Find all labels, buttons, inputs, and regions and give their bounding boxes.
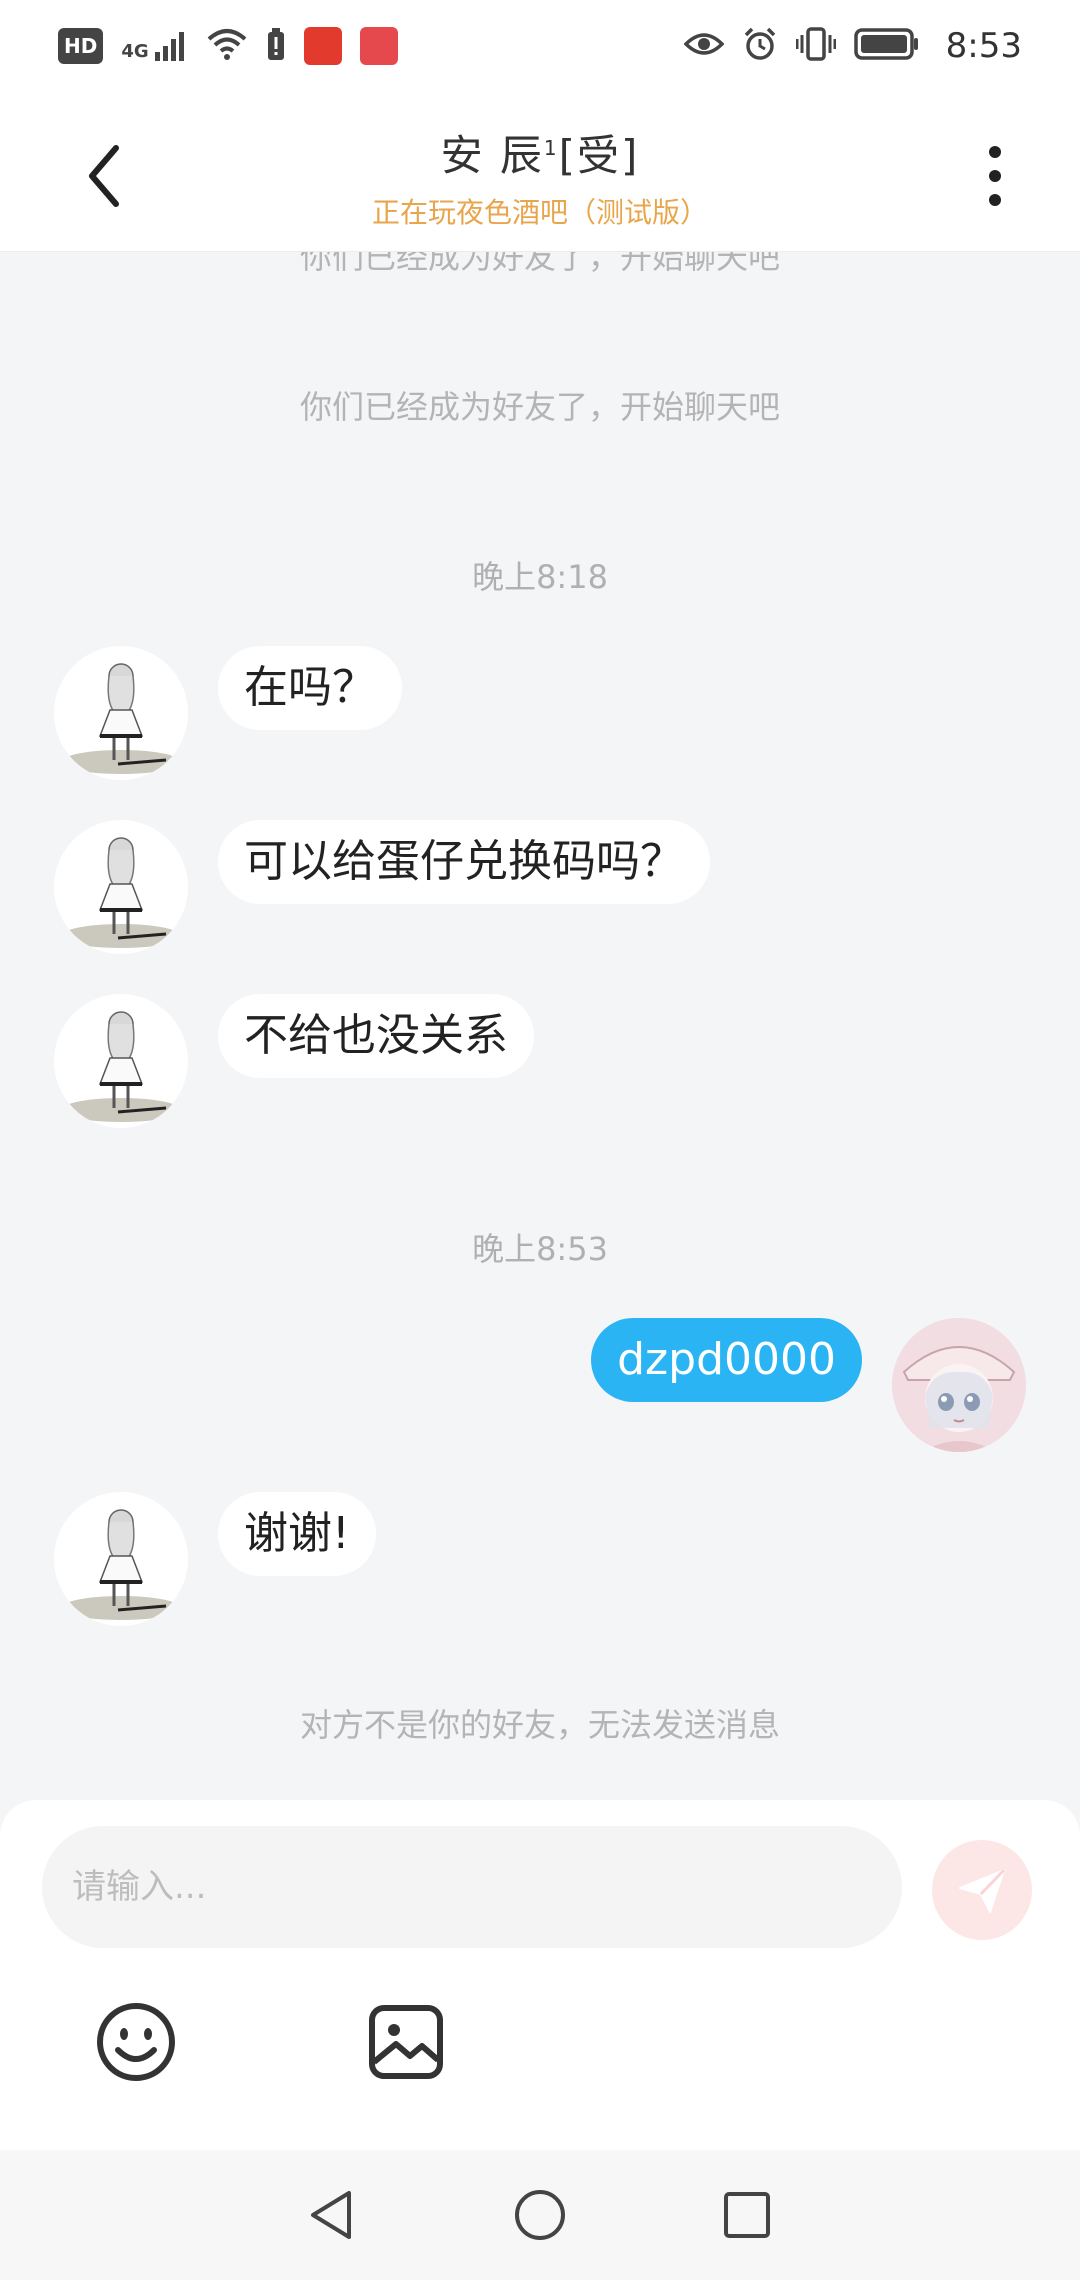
more-options-button[interactable] xyxy=(970,136,1020,216)
system-message-friends: 你们已经成为好友了，开始聊天吧 xyxy=(299,388,780,426)
chat-header: 安 辰1[受] 正在玩夜色酒吧（测试版） xyxy=(0,92,1080,252)
signal-icon: 4G xyxy=(121,30,187,62)
self-avatar[interactable] xyxy=(892,1318,1026,1452)
nav-recents-button[interactable] xyxy=(712,2180,782,2250)
send-button[interactable] xyxy=(932,1840,1032,1940)
input-panel xyxy=(0,1800,1080,2150)
message-input[interactable] xyxy=(42,1826,902,1948)
network-label: 4G xyxy=(121,41,149,62)
chat-screen: HD 4G 8:53 安 辰1[受] 正在玩夜色酒吧（测试版） 你们已经成为好友… xyxy=(0,0,1080,2280)
hd-badge: HD xyxy=(58,28,104,64)
chevron-left-icon xyxy=(89,145,119,207)
status-left: HD 4G xyxy=(58,27,398,65)
system-nav-bar xyxy=(0,2150,1080,2280)
message-bubble-sent[interactable]: dzpd0000 xyxy=(591,1318,862,1402)
send-icon xyxy=(959,1868,1006,1913)
message-bubble[interactable]: 可以给蛋仔兑换码吗？ xyxy=(218,820,710,904)
contact-name: 安 辰 xyxy=(440,131,544,180)
nav-back-icon xyxy=(311,2191,352,2239)
nav-back-button[interactable] xyxy=(298,2180,368,2250)
battery-saver-icon xyxy=(266,27,286,65)
title-block: 安 辰1[受] 正在玩夜色酒吧（测试版） xyxy=(240,122,840,231)
battery-icon xyxy=(853,28,920,64)
wifi-icon xyxy=(206,27,248,65)
message-row-received: 在吗？ xyxy=(0,646,1080,786)
message-row-received: 可以给蛋仔兑换码吗？ xyxy=(0,820,1080,960)
vibrate-icon xyxy=(795,27,837,65)
message-bubble[interactable]: 谢谢! xyxy=(218,1492,376,1576)
message-list[interactable]: 你们已经成为好友了，开始聊天吧 你们已经成为好友了，开始聊天吧 晚上8:18 在… xyxy=(0,252,1080,1800)
avatar[interactable] xyxy=(54,1492,188,1626)
emoji-icon xyxy=(97,2003,175,2081)
alarm-icon xyxy=(742,26,778,66)
nav-recents-icon xyxy=(723,2192,770,2238)
status-right: 8:53 xyxy=(683,26,1022,66)
nav-home-button[interactable] xyxy=(505,2180,575,2250)
huawei-app-icon xyxy=(359,27,398,65)
timestamp: 晚上8:18 xyxy=(472,558,608,596)
message-row-received: 不给也没关系 xyxy=(0,994,1080,1134)
image-icon xyxy=(369,2005,443,2079)
playing-status: 正在玩夜色酒吧（测试版） xyxy=(371,196,708,229)
more-vertical-icon xyxy=(989,146,1001,206)
contact-tag: [受] xyxy=(558,131,640,180)
message-bubble[interactable]: 在吗？ xyxy=(218,646,402,730)
contact-name-sup: 1 xyxy=(543,136,559,160)
message-row-received: 谢谢! xyxy=(0,1492,1080,1632)
emoji-button[interactable] xyxy=(94,2000,178,2084)
system-message-partial: 你们已经成为好友了，开始聊天吧 xyxy=(299,252,780,276)
avatar[interactable] xyxy=(54,820,188,954)
eye-icon xyxy=(683,30,725,62)
image-button[interactable] xyxy=(364,2000,448,2084)
status-time: 8:53 xyxy=(945,26,1022,66)
message-row-sent: dzpd0000 xyxy=(0,1318,1080,1458)
avatar[interactable] xyxy=(54,646,188,780)
status-bar: HD 4G 8:53 xyxy=(0,0,1080,92)
app-notification-icon xyxy=(303,27,342,65)
message-bubble[interactable]: 不给也没关系 xyxy=(218,994,534,1078)
timestamp: 晚上8:53 xyxy=(472,1230,608,1268)
back-button[interactable] xyxy=(80,136,140,216)
nav-home-icon xyxy=(514,2190,565,2240)
chat-title: 安 辰1[受] xyxy=(240,122,840,183)
avatar[interactable] xyxy=(54,994,188,1128)
system-message-not-friend: 对方不是你的好友，无法发送消息 xyxy=(299,1706,780,1744)
